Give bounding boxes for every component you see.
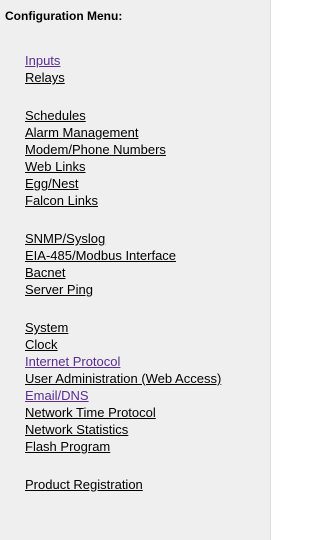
- menu-link-clock[interactable]: Clock: [25, 336, 221, 353]
- menu-link-falcon-links[interactable]: Falcon Links: [25, 192, 221, 209]
- menu-link-eia-485-modbus-interface[interactable]: EIA-485/Modbus Interface: [25, 247, 221, 264]
- menu-link-schedules[interactable]: Schedules: [25, 107, 221, 124]
- menu-group-spacer: [25, 298, 221, 319]
- menu-link-alarm-management[interactable]: Alarm Management: [25, 124, 221, 141]
- menu-link-bacnet[interactable]: Bacnet: [25, 264, 221, 281]
- menu-link-user-administration[interactable]: User Administration (Web Access): [25, 370, 221, 387]
- menu-link-snmp-syslog[interactable]: SNMP/Syslog: [25, 230, 221, 247]
- menu-link-server-ping[interactable]: Server Ping: [25, 281, 221, 298]
- menu-group-spacer: [25, 209, 221, 230]
- menu-link-network-time-protocol[interactable]: Network Time Protocol: [25, 404, 221, 421]
- menu-link-internet-protocol[interactable]: Internet Protocol: [25, 353, 221, 370]
- menu-link-relays[interactable]: Relays: [25, 69, 221, 86]
- menu-link-egg-nest[interactable]: Egg/Nest: [25, 175, 221, 192]
- menu-link-web-links[interactable]: Web Links: [25, 158, 221, 175]
- menu-link-flash-program[interactable]: Flash Program: [25, 438, 221, 455]
- menu-group-spacer: [25, 455, 221, 476]
- configuration-menu-list: Inputs Relays Schedules Alarm Management…: [25, 52, 221, 493]
- menu-link-email-dns[interactable]: Email/DNS: [25, 387, 221, 404]
- menu-link-system[interactable]: System: [25, 319, 221, 336]
- menu-link-product-registration[interactable]: Product Registration: [25, 476, 221, 493]
- configuration-menu-panel: Configuration Menu: Inputs Relays Schedu…: [0, 0, 271, 540]
- menu-link-inputs[interactable]: Inputs: [25, 52, 221, 69]
- configuration-menu-title: Configuration Menu:: [5, 9, 123, 23]
- menu-link-network-statistics[interactable]: Network Statistics: [25, 421, 221, 438]
- menu-link-modem-phone-numbers[interactable]: Modem/Phone Numbers: [25, 141, 221, 158]
- menu-group-spacer: [25, 86, 221, 107]
